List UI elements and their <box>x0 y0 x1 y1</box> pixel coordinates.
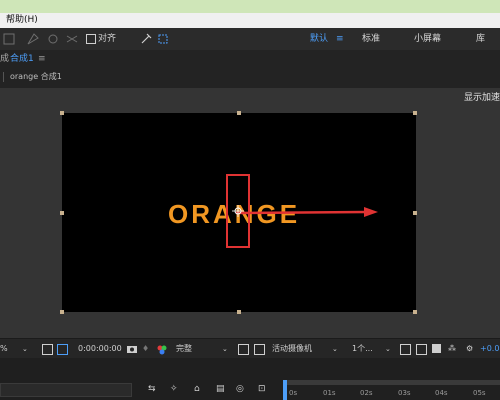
composition-panel-tabs: 成 合成1 ≡ <box>0 50 500 69</box>
snap-checkbox[interactable] <box>86 34 96 44</box>
panel-tab-prefix: 成 <box>0 54 10 64</box>
flowchart-icon[interactable] <box>416 344 427 355</box>
gpu-acceleration-notice: 显示加速 <box>463 93 500 103</box>
ruler-label-3: 03s <box>398 389 411 397</box>
menu-bar: 帮助(H) <box>0 13 500 28</box>
ruler-label-2: 02s <box>360 389 373 397</box>
region-of-interest-icon[interactable] <box>42 344 53 355</box>
zoom-select[interactable]: % <box>0 339 8 359</box>
timeline-comp-mini-flowchart-icon[interactable]: ⇆ <box>148 384 156 394</box>
toolbar: 对齐 默认 ≡ 标准 小屏幕 库 <box>0 28 500 51</box>
workspace-menu-icon[interactable]: ≡ <box>336 28 344 50</box>
transparency-grid-icon[interactable] <box>57 344 68 355</box>
composition-breadcrumb-row: orange 合成1 <box>0 68 500 86</box>
workspace-small-screen[interactable]: 小屏幕 <box>414 28 441 50</box>
transform-handle-bottom-left[interactable] <box>60 310 64 314</box>
draft-3d-icon[interactable]: ✧ <box>170 384 178 394</box>
resolution-select[interactable]: 完整 <box>176 339 192 359</box>
work-area-bar[interactable] <box>283 380 500 385</box>
ruler-label-1: 01s <box>323 389 336 397</box>
views-chevron-icon[interactable]: ⌄ <box>385 339 391 359</box>
transform-handle-middle-left[interactable] <box>60 211 64 215</box>
ruler-label-4: 04s <box>435 389 448 397</box>
composition-viewer[interactable]: 显示加速 ORANGE <box>0 88 500 338</box>
fast-preview-icon[interactable] <box>238 344 249 355</box>
transform-handle-top-right[interactable] <box>413 111 417 115</box>
frame-blending-icon[interactable]: ▤ <box>216 384 225 394</box>
shy-layers-icon[interactable]: ⌂ <box>194 384 200 394</box>
reset-exposure-icon[interactable] <box>432 344 441 353</box>
transform-handle-bottom-center[interactable] <box>237 310 241 314</box>
anchor-point-icon[interactable] <box>232 205 244 217</box>
window-top-strip <box>0 0 500 13</box>
timecode[interactable]: 0:00:00:00 <box>78 339 122 359</box>
resolution-chevron-icon[interactable]: ⌄ <box>222 339 228 359</box>
playhead[interactable] <box>283 380 287 400</box>
tool-shape-icon[interactable] <box>0 28 22 50</box>
zoom-chevron-icon[interactable]: ⌄ <box>22 339 28 359</box>
composition-frame[interactable]: ORANGE <box>62 113 416 312</box>
view-options-icon[interactable] <box>400 344 411 355</box>
menu-help[interactable]: 帮助(H) <box>6 15 38 25</box>
exposure-value[interactable]: +0.0 <box>480 339 499 359</box>
time-ruler[interactable]: 0s 01s 02s 03s 04s 05s <box>283 380 500 400</box>
workspace-default[interactable]: 默认 <box>310 28 328 50</box>
viewer-controls-bar: % ⌄ 0:00:00:00 ♦ 完整 ⌄ 活动摄像机 ⌄ 1个... ⌄ ⁂ … <box>0 338 500 359</box>
ruler-label-0: 0s <box>289 389 298 397</box>
graph-editor-icon[interactable]: ⊡ <box>258 384 266 394</box>
settings-gear-icon[interactable]: ⚙ <box>466 339 473 359</box>
snap-label: 对齐 <box>98 34 117 44</box>
workspace-standard[interactable]: 标准 <box>362 28 380 50</box>
views-select[interactable]: 1个... <box>352 339 373 359</box>
transform-handle-middle-right[interactable] <box>413 211 417 215</box>
camera-chevron-icon[interactable]: ⌄ <box>332 339 338 359</box>
toggle-mask-icon[interactable] <box>254 344 265 355</box>
transform-handle-top-center[interactable] <box>237 111 241 115</box>
tab-menu-icon[interactable]: ≡ <box>38 50 46 68</box>
motion-blur-icon[interactable]: ◎ <box>236 384 244 394</box>
camera-select[interactable]: 活动摄像机 <box>272 339 312 359</box>
annotation-arrow-icon <box>235 207 378 217</box>
workspace-library[interactable]: 库 <box>476 28 485 50</box>
breadcrumb-divider <box>3 72 4 82</box>
ruler-label-5: 05s <box>473 389 486 397</box>
show-snapshot-icon[interactable]: ♦ <box>142 339 149 359</box>
transform-handle-bottom-right[interactable] <box>413 310 417 314</box>
breadcrumb[interactable]: orange 合成1 <box>10 68 62 86</box>
transform-handle-top-left[interactable] <box>60 111 64 115</box>
timeline-search-input[interactable] <box>0 383 132 397</box>
tab-composition[interactable]: 合成1 <box>10 50 34 68</box>
network-icon[interactable]: ⁂ <box>448 339 456 359</box>
